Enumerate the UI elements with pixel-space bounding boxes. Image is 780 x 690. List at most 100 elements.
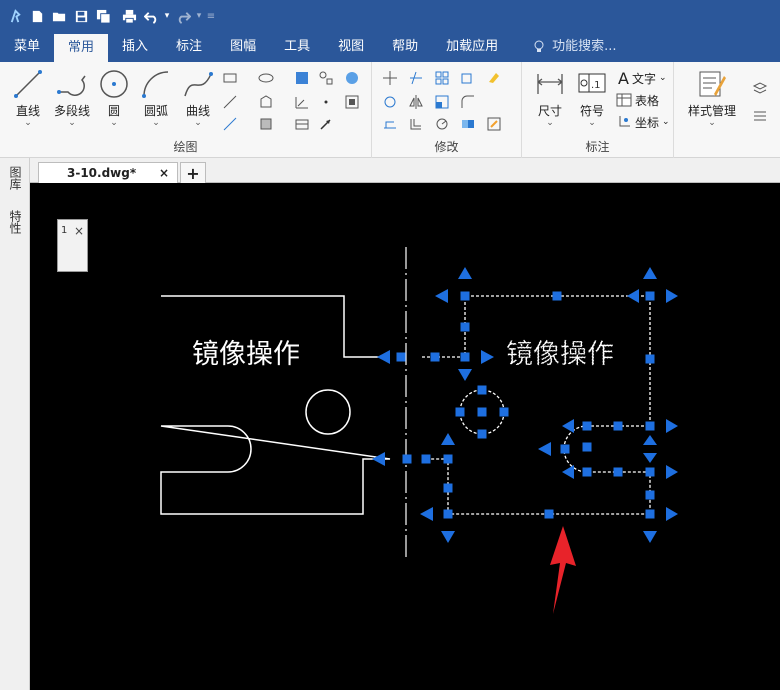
original-label-text[interactable]: 镜像操作: [192, 339, 300, 370]
grip-square[interactable]: [443, 509, 453, 519]
stretch-arrow-icon[interactable]: [458, 369, 472, 381]
stretch-arrow-icon[interactable]: [458, 267, 472, 279]
stretch-arrow-icon[interactable]: [435, 289, 448, 303]
explode-icon[interactable]: [432, 114, 452, 134]
original-hole-circle[interactable]: [305, 389, 351, 435]
curve-button[interactable]: 曲线 ⌄: [176, 68, 220, 128]
text-button[interactable]: A 文字 ⌄: [618, 68, 667, 88]
mirrored-label-text[interactable]: 镜像操作: [506, 339, 615, 371]
stretch-arrow-icon[interactable]: [627, 289, 639, 303]
grip-square[interactable]: [544, 509, 554, 519]
grip-square[interactable]: [499, 407, 509, 417]
stretch-arrow-icon[interactable]: [666, 289, 678, 303]
stretch-arrow-icon[interactable]: [666, 419, 678, 433]
original-part-outline[interactable]: [160, 295, 391, 515]
grip-square[interactable]: [477, 385, 487, 395]
mirror-icon[interactable]: [406, 92, 426, 112]
tab-help[interactable]: 帮助: [378, 32, 432, 62]
grip-square[interactable]: [455, 407, 465, 417]
stretch-arrow-icon[interactable]: [666, 507, 678, 521]
print-icon[interactable]: [118, 5, 140, 27]
grip-square[interactable]: [613, 421, 623, 431]
grip-square[interactable]: [645, 291, 655, 301]
tab-annotate[interactable]: 标注: [162, 32, 216, 62]
save-all-icon[interactable]: [92, 5, 114, 27]
table-button[interactable]: 表格: [616, 90, 659, 110]
stretch-arrow-icon[interactable]: [643, 453, 657, 463]
grip-square[interactable]: [443, 454, 453, 464]
move-icon[interactable]: [380, 68, 400, 88]
circle-button[interactable]: 圆 ⌄: [92, 68, 136, 128]
fillet-icon[interactable]: [458, 92, 478, 112]
rotate-icon[interactable]: [380, 92, 400, 112]
stretch-arrow-icon[interactable]: [562, 419, 574, 433]
stretch-arrow-icon[interactable]: [372, 452, 385, 466]
linetype-icon[interactable]: [750, 106, 770, 126]
stretch-arrow-icon[interactable]: [643, 435, 657, 445]
grip-square[interactable]: [582, 467, 592, 477]
stretch-arrow-icon[interactable]: [377, 350, 390, 364]
rectangle-icon[interactable]: [220, 68, 240, 88]
revision-cloud-icon[interactable]: [292, 92, 312, 112]
document-tab[interactable]: 3-10.dwg* ×: [38, 162, 178, 183]
stretch-arrow-icon[interactable]: [643, 267, 657, 279]
gradient-icon[interactable]: [342, 68, 362, 88]
stretch-arrow-icon[interactable]: [562, 465, 574, 479]
feature-search[interactable]: 功能搜索...: [532, 32, 617, 62]
grip-square[interactable]: [396, 352, 406, 362]
customize-toolbar-icon[interactable]: ≡: [204, 5, 218, 27]
grip-square[interactable]: [552, 291, 562, 301]
close-icon[interactable]: ×: [74, 224, 84, 238]
mirrored-part-outline[interactable]: [422, 295, 651, 515]
grip-square[interactable]: [582, 421, 592, 431]
offset-icon[interactable]: [406, 114, 426, 134]
hatch-icon[interactable]: [292, 68, 312, 88]
block-icon[interactable]: [316, 68, 336, 88]
region-icon[interactable]: [256, 92, 276, 112]
stretch-arrow-icon[interactable]: [441, 531, 455, 543]
grip-square[interactable]: [645, 509, 655, 519]
tab-view[interactable]: 视图: [324, 32, 378, 62]
point-icon[interactable]: [316, 92, 336, 112]
side-tab-library[interactable]: 图库: [8, 166, 24, 190]
grip-square[interactable]: [477, 407, 487, 417]
new-tab-button[interactable]: +: [180, 162, 206, 183]
grip-square[interactable]: [560, 444, 570, 454]
stretch-arrow-icon[interactable]: [643, 531, 657, 543]
grip-square[interactable]: [477, 429, 487, 439]
redo-dropdown-icon[interactable]: ▾: [194, 5, 204, 27]
grip-square[interactable]: [443, 483, 453, 493]
stretch-arrow-icon[interactable]: [538, 442, 551, 456]
coordinate-button[interactable]: 坐标 ⌄: [616, 112, 670, 132]
floating-panel[interactable]: 1 ×: [57, 219, 88, 272]
symbol-button[interactable]: .1 符号 ⌄: [570, 68, 614, 128]
style-manager-button[interactable]: 样式管理 ⌄: [682, 68, 742, 128]
construction-line-icon[interactable]: [220, 92, 240, 112]
undo-dropdown-icon[interactable]: ▾: [162, 5, 172, 27]
array-icon[interactable]: [432, 68, 452, 88]
dimension-button[interactable]: 尺寸 ⌄: [528, 68, 572, 128]
grip-square[interactable]: [460, 291, 470, 301]
ray-icon[interactable]: [220, 114, 240, 134]
boundary-icon[interactable]: [256, 114, 276, 134]
layer-icon[interactable]: [750, 78, 770, 98]
erase-icon[interactable]: [484, 68, 504, 88]
open-folder-icon[interactable]: [48, 5, 70, 27]
polyline-button[interactable]: 多段线 ⌄: [50, 68, 94, 128]
grip-square[interactable]: [460, 322, 470, 332]
app-logo-icon[interactable]: [4, 5, 26, 27]
copy-icon[interactable]: [458, 68, 478, 88]
drawing-canvas[interactable]: 镜像操作 镜像操作 1 ×: [30, 183, 780, 690]
properties-edit-icon[interactable]: [484, 114, 504, 134]
join-icon[interactable]: [458, 114, 478, 134]
leader-icon[interactable]: [316, 114, 336, 134]
grip-square[interactable]: [613, 467, 623, 477]
grip-square[interactable]: [421, 454, 431, 464]
grip-square[interactable]: [645, 421, 655, 431]
tab-common[interactable]: 常用: [54, 34, 109, 62]
tab-tools[interactable]: 工具: [270, 32, 324, 62]
stretch-icon[interactable]: [380, 114, 400, 134]
wipeout-icon[interactable]: [342, 92, 362, 112]
grip-square[interactable]: [645, 354, 655, 364]
tab-addons[interactable]: 加载应用: [432, 32, 512, 62]
